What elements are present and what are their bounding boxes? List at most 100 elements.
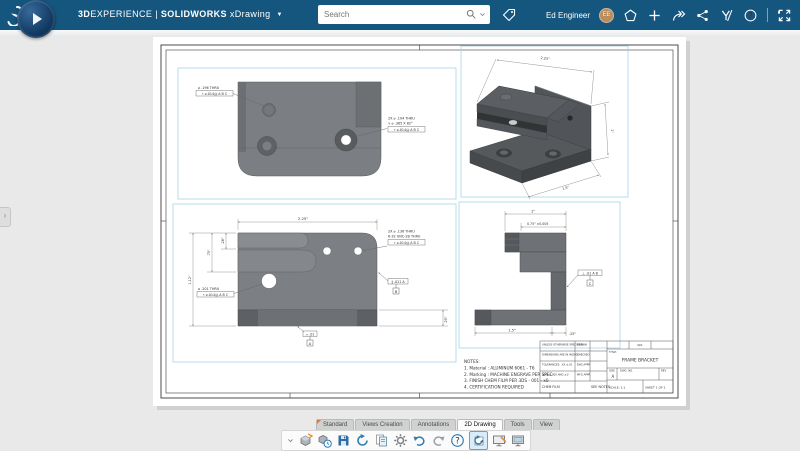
top-view-step-shade xyxy=(355,81,382,128)
share-arrow-icon[interactable] xyxy=(671,8,686,23)
svg-text:1.12"[interactable]: 1.12" xyxy=(188,275,192,285)
search-options-chevron-icon[interactable] xyxy=(479,11,486,18)
edit-sheet-icon[interactable] xyxy=(492,433,507,448)
iso-slot-hole xyxy=(508,120,518,125)
collaboration-icon[interactable] xyxy=(719,8,734,23)
svg-text:⌖ ⌀.014Ⓜ A B C[interactable]: ⌖ ⌀.014Ⓜ A B C xyxy=(203,293,229,297)
svg-text:2.25"[interactable]: 2.25" xyxy=(298,216,308,221)
svg-text:SIZE: SIZE xyxy=(609,369,615,373)
front-view-tap-hole-2[interactable] xyxy=(353,246,363,256)
add-icon[interactable] xyxy=(647,8,662,23)
svg-text:2. Marking : MACHINE ENGRAVE P[interactable]: 2. Marking : MACHINE ENGRAVE PER SPEC xyxy=(464,372,552,377)
tab-views-creation[interactable]: Views Creation xyxy=(355,419,410,430)
import-part-icon[interactable] xyxy=(298,433,313,448)
print-sheet-icon[interactable] xyxy=(374,433,389,448)
redo-icon[interactable] xyxy=(431,433,446,448)
front-view-bore-hole[interactable] xyxy=(261,273,277,289)
svg-text:⌖ ⌀.014Ⓜ A B C[interactable]: ⌖ ⌀.014Ⓜ A B C xyxy=(394,128,420,132)
svg-text:2X ⌀ .194 THRU[interactable]: 2X ⌀ .194 THRU xyxy=(388,117,415,121)
svg-text:⌖ ⌀.014Ⓜ A B C[interactable]: ⌖ ⌀.014Ⓜ A B C xyxy=(394,241,420,245)
avatar[interactable]: EE xyxy=(599,7,614,23)
brand-product: SOLIDWORKS xyxy=(160,9,227,19)
svg-text:DWG. NO.: DWG. NO. xyxy=(620,369,633,373)
svg-text:.28"[interactable]: .28" xyxy=(221,237,225,244)
svg-text:REV: REV xyxy=(661,369,666,373)
svg-text:⊥ .01 A B[interactable]: ⊥ .01 A B xyxy=(582,271,599,275)
svg-text:?: ? xyxy=(748,11,752,20)
svg-text:0.75" ±0.005[interactable]: 0.75" ±0.005 xyxy=(527,222,548,226)
ribbon-icon-row: ? xyxy=(281,430,531,451)
svg-text:CHEM FILM: CHEM FILM xyxy=(542,385,560,389)
front-view-tap-hole-1[interactable] xyxy=(322,246,332,256)
settings-gear-icon[interactable] xyxy=(393,433,408,448)
drawing-canvas: ⌀ .196 THRU ⌖ ⌀.014Ⓜ A B C 2X ⌀ .194 THR… xyxy=(153,37,690,410)
svg-text:⌀ .196 THRU[interactable]: ⌀ .196 THRU xyxy=(198,86,220,90)
tab-annotations[interactable]: Annotations xyxy=(410,419,457,430)
svg-text:3. FINISH CHEM FILM PER 3DS -[interactable]: 3. FINISH CHEM FILM PER 3DS - 001 - x0 xyxy=(464,378,549,383)
update-icon[interactable] xyxy=(355,433,370,448)
toolbar-strip xyxy=(0,30,800,36)
svg-text:.25"[interactable]: .25" xyxy=(444,316,448,323)
save-icon[interactable] xyxy=(336,433,351,448)
svg-text:TITLE:: TITLE: xyxy=(609,350,617,354)
sheet-format-icon[interactable] xyxy=(511,433,526,448)
svg-text:2X ⌀ .136 THRU[interactable]: 2X ⌀ .136 THRU xyxy=(388,230,415,234)
svg-text:⌀ .201 THRU[interactable]: ⌀ .201 THRU xyxy=(198,287,220,291)
help-icon[interactable]: ? xyxy=(743,8,758,23)
tab-2d-drawing[interactable]: 2D Drawing xyxy=(457,419,503,430)
brand-app: xDrawing xyxy=(229,9,271,19)
divider xyxy=(767,8,768,22)
svg-text:▱ .01[interactable]: ▱ .01 xyxy=(306,332,315,336)
svg-text:TOLERANCES: .XX ±.01: TOLERANCES: .XX ±.01 xyxy=(542,363,573,367)
ribbon-tabs: Standard Views Creation Annotations 2D D… xyxy=(316,419,561,430)
modified-flag-icon xyxy=(317,420,321,424)
svg-text:1"[interactable]: 1" xyxy=(531,210,535,214)
svg-text:⌖ ⌀.014Ⓜ A B C[interactable]: ⌖ ⌀.014Ⓜ A B C xyxy=(202,92,228,96)
search-bar[interactable] xyxy=(318,5,490,24)
play-icon xyxy=(33,13,42,25)
side-view-boss xyxy=(519,251,567,273)
svg-text:4. CERTIFICATION REQUIRED[interactable]: 4. CERTIFICATION REQUIRED xyxy=(464,385,524,390)
user-name[interactable]: Ed Engineer xyxy=(546,11,590,20)
update-views-icon[interactable] xyxy=(471,433,486,448)
iso-wall-hole-2 xyxy=(567,115,573,121)
share-network-icon[interactable] xyxy=(695,8,710,23)
search-input[interactable] xyxy=(318,10,466,19)
3dexperience-compass[interactable] xyxy=(17,0,55,38)
svg-text:ENG APPR: ENG APPR xyxy=(577,363,590,367)
brand-3d: 3D xyxy=(78,9,91,19)
svg-text:.75"[interactable]: .75" xyxy=(207,249,211,256)
svg-text:1. Material : ALUMINUM 6061 -[interactable]: 1. Material : ALUMINUM 6061 - T6 xyxy=(464,365,535,370)
svg-text:6-32 UNC-2B THRU[interactable]: 6-32 UNC-2B THRU xyxy=(388,235,421,239)
svg-text:SHEET 1 OF 1: SHEET 1 OF 1 xyxy=(645,386,666,390)
svg-text:SCALE: 1:1: SCALE: 1:1 xyxy=(609,386,626,390)
front-view-lip xyxy=(237,249,317,273)
svg-text:CHECKED: CHECKED xyxy=(577,353,590,357)
svg-text:.25"[interactable]: .25" xyxy=(569,332,576,336)
chevron-down-icon[interactable]: ▼ xyxy=(276,12,282,18)
tab-view[interactable]: View xyxy=(532,419,560,430)
svg-text:A: A xyxy=(612,374,615,379)
svg-text:∥ .011 A[interactable]: ∥ .011 A xyxy=(391,280,405,284)
top-view-left-shade xyxy=(238,82,246,152)
left-panel-expand-button[interactable]: › xyxy=(0,207,11,227)
update-views-active[interactable] xyxy=(469,431,488,450)
search-icon[interactable] xyxy=(466,9,477,20)
insert-model-icon[interactable] xyxy=(317,433,332,448)
fullscreen-icon[interactable] xyxy=(777,8,792,23)
side-view-wall[interactable] xyxy=(550,271,567,311)
collapse-chevron-icon[interactable] xyxy=(286,433,294,448)
svg-text:NOTES:[interactable]: NOTES: xyxy=(464,359,480,364)
compass-share-icon[interactable] xyxy=(623,8,638,23)
tag-icon[interactable] xyxy=(502,8,516,22)
svg-text:N/A: N/A xyxy=(638,343,643,347)
tab-standard[interactable]: Standard xyxy=(316,419,355,430)
svg-text:DIMENSIONS ARE IN INCHES: DIMENSIONS ARE IN INCHES xyxy=(542,353,579,357)
svg-text:1.5"[interactable]: 1.5" xyxy=(508,329,516,333)
ribbon-help-icon[interactable]: ? xyxy=(450,433,465,448)
top-app-bar: 3DEXPERIENCE | SOLIDWORKS xDrawing ▼ Ed … xyxy=(0,0,800,30)
svg-text:∨ ⌀ .385 X 82°[interactable]: ∨ ⌀ .385 X 82° xyxy=(388,122,413,126)
undo-icon[interactable] xyxy=(412,433,427,448)
app-title[interactable]: 3DEXPERIENCE | SOLIDWORKS xDrawing ▼ xyxy=(78,9,283,19)
tab-tools[interactable]: Tools xyxy=(503,419,532,430)
